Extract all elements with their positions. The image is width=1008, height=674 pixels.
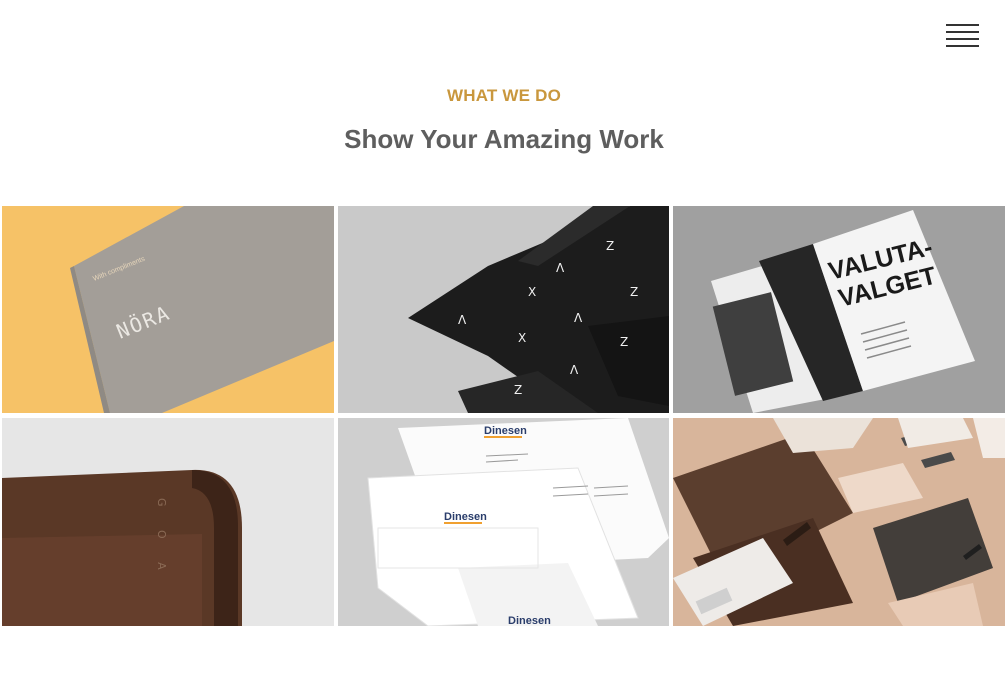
- svg-text:Z: Z: [606, 239, 614, 253]
- portfolio-item-tissue[interactable]: Z X Λ Z Λ X Z Λ Λ Z: [338, 206, 669, 413]
- svg-text:Λ: Λ: [556, 261, 565, 275]
- svg-text:Dinesen: Dinesen: [444, 511, 487, 523]
- svg-text:Λ: Λ: [458, 313, 467, 327]
- hamburger-menu-icon: [946, 24, 979, 26]
- portfolio-item-nora[interactable]: With compliments NÖRA: [2, 206, 334, 413]
- portfolio-item-goa[interactable]: G O A: [2, 418, 334, 626]
- svg-text:Z: Z: [514, 383, 522, 397]
- portfolio-item-valuta[interactable]: VALUTA- VALGET: [673, 206, 1005, 413]
- svg-text:Z: Z: [620, 335, 628, 349]
- portfolio-item-identity-set[interactable]: [673, 418, 1005, 626]
- section-title: Show Your Amazing Work: [344, 124, 664, 154]
- svg-text:X: X: [518, 331, 526, 345]
- svg-text:Dinesen: Dinesen: [484, 425, 527, 437]
- svg-text:Λ: Λ: [570, 363, 579, 377]
- dinesen-letterhead-image: Dinesen Dinesen Dinesen: [338, 418, 669, 626]
- svg-text:G O A: G O A: [155, 498, 168, 580]
- brown-identity-image: [673, 418, 1005, 626]
- svg-text:Dinesen: Dinesen: [508, 615, 551, 626]
- portfolio-item-dinesen[interactable]: Dinesen Dinesen Dinesen: [338, 418, 669, 626]
- section-eyebrow: WHAT WE DO: [446, 86, 562, 105]
- hamburger-menu-button[interactable]: [946, 22, 980, 50]
- goa-leather-image: G O A: [2, 418, 334, 626]
- black-tissue-image: Z X Λ Z Λ X Z Λ Λ Z: [338, 206, 669, 413]
- nora-stationery-image: With compliments NÖRA: [2, 206, 334, 413]
- valuta-magazine-image: VALUTA- VALGET: [673, 206, 1005, 413]
- svg-text:Z: Z: [630, 285, 638, 299]
- svg-text:Λ: Λ: [574, 311, 583, 325]
- svg-text:X: X: [528, 285, 536, 299]
- portfolio-grid: With compliments NÖRA Z X Λ Z Λ X Z Λ Λ …: [2, 206, 1005, 626]
